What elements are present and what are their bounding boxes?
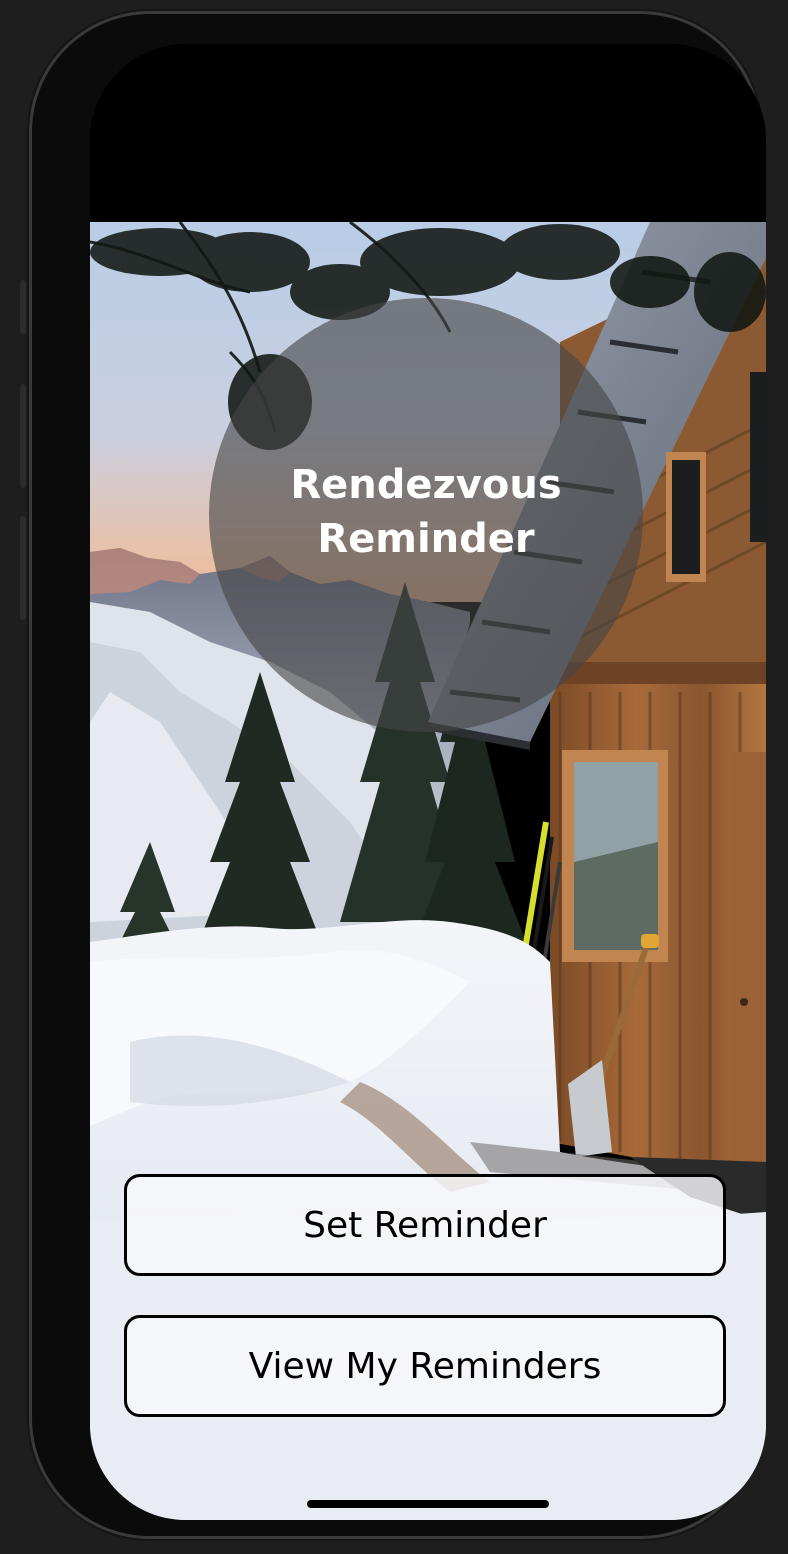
- view-reminders-label: View My Reminders: [248, 1345, 602, 1387]
- silent-switch: [20, 280, 26, 334]
- app-title: Rendezvous Reminder: [209, 458, 643, 566]
- app-title-line2: Reminder: [317, 516, 535, 562]
- phone-frame: Rendezvous Reminder Set Reminder View My…: [20, 14, 766, 1536]
- volume-up-button: [20, 384, 26, 488]
- app-title-line1: Rendezvous: [290, 462, 562, 508]
- app-screen: Rendezvous Reminder Set Reminder View My…: [90, 44, 766, 1520]
- home-indicator[interactable]: [307, 1500, 549, 1508]
- set-reminder-label: Set Reminder: [303, 1204, 547, 1246]
- set-reminder-button[interactable]: Set Reminder: [124, 1174, 726, 1276]
- volume-down-button: [20, 516, 26, 620]
- view-reminders-button[interactable]: View My Reminders: [124, 1315, 726, 1417]
